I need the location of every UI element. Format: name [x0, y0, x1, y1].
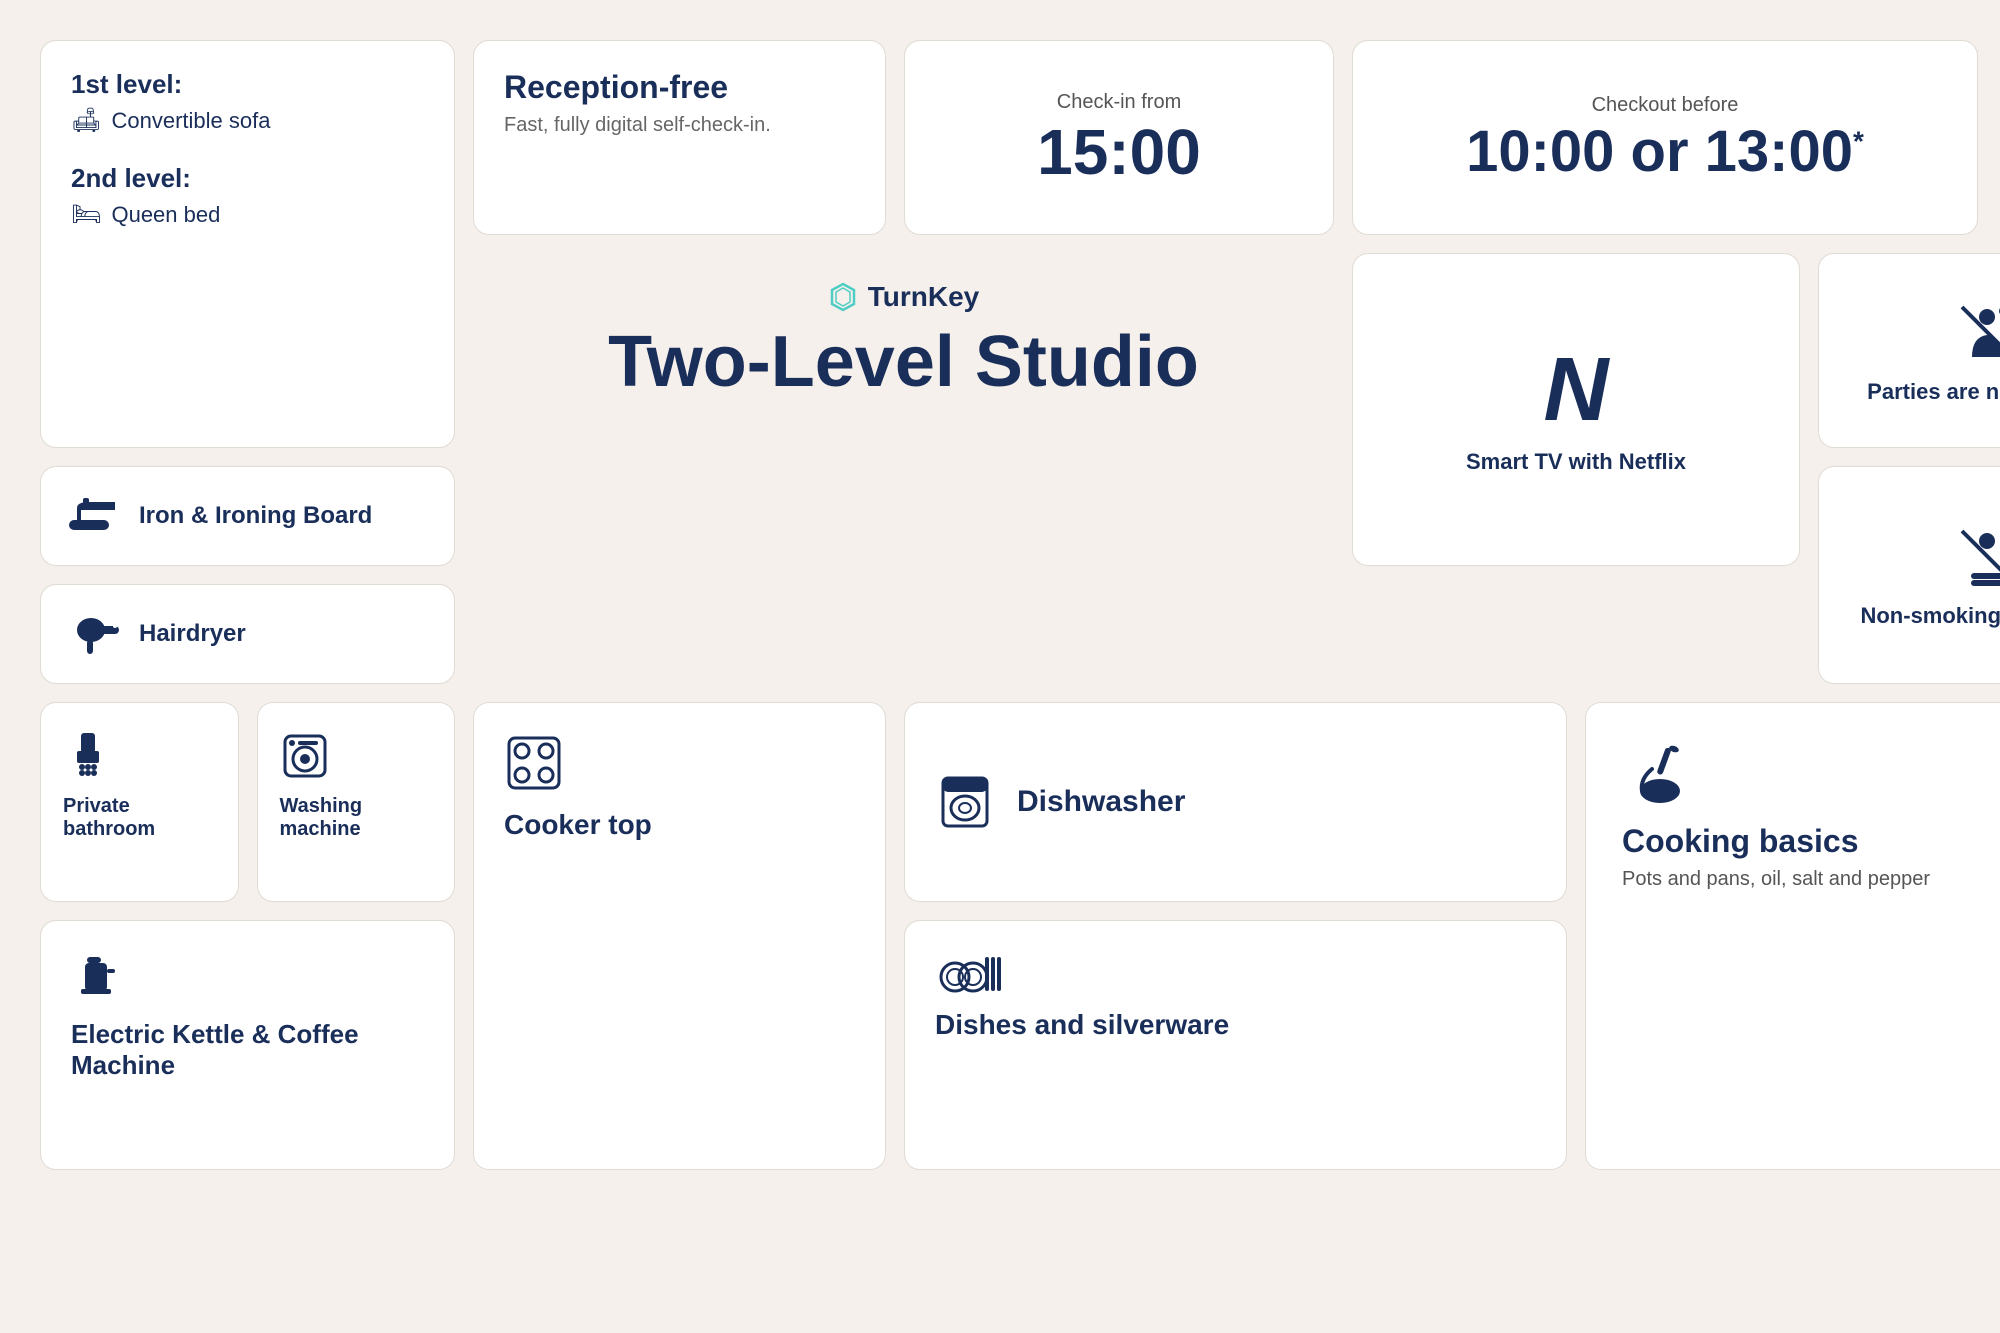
turnkey-logo-icon	[828, 282, 858, 312]
checkout-time: 10:00 or 13:00*	[1466, 123, 1864, 181]
nosmoking-card: Non-smoking apartment	[1818, 466, 2000, 684]
dishwasher-icon	[935, 772, 995, 832]
checkin-time: 15:00	[1037, 120, 1201, 184]
nosmoking-label: Non-smoking apartment	[1860, 603, 2000, 629]
washing-card: Washing machine	[257, 702, 456, 902]
reception-title: Reception-free	[504, 69, 855, 106]
beds-card: 1st level: 🛋 Convertible sofa 2nd level:…	[40, 40, 455, 448]
cooker-label: Cooker top	[504, 809, 855, 841]
kettle-card: Electric Kettle & Coffee Machine	[40, 920, 455, 1170]
bathroom-label: Private bathroom	[63, 795, 216, 841]
checkin-label: Check-in from	[1057, 91, 1181, 114]
dishes-icon	[935, 949, 1005, 999]
iron-icon	[69, 496, 121, 536]
checkout-label: Checkout before	[1592, 94, 1739, 117]
level2-bed-row: 🛏 Queen bed	[71, 200, 424, 229]
checkout-card: Checkout before 10:00 or 13:00*	[1352, 40, 1978, 235]
level1-bed-label: Convertible sofa	[111, 108, 270, 134]
kettle-label: Electric Kettle & Coffee Machine	[71, 1019, 424, 1081]
washing-icon	[280, 731, 330, 781]
iron-label: Iron & Ironing Board	[139, 502, 372, 530]
washing-label: Washing machine	[280, 795, 433, 841]
cooker-card: Cooker top	[473, 702, 886, 1170]
cooker-icon	[504, 733, 564, 793]
studio-title: Two-Level Studio	[503, 323, 1304, 402]
dishes-label: Dishes and silverware	[935, 1009, 1536, 1041]
netflix-n: N	[1544, 345, 1609, 435]
cooking-sublabel: Pots and pans, oil, salt and pepper	[1622, 868, 2000, 891]
hairdryer-label: Hairdryer	[139, 620, 246, 648]
reception-card: Reception-free Fast, fully digital self-…	[473, 40, 886, 235]
smarttv-card: N Smart TV with Netflix	[1352, 253, 1800, 566]
bathroom-icon	[63, 731, 113, 781]
brand-row: TurnKey	[503, 281, 1304, 313]
parties-label: Parties are not allowed	[1867, 379, 2000, 405]
reception-subtitle: Fast, fully digital self-check-in.	[504, 114, 855, 137]
dishes-card: Dishes and silverware	[904, 920, 1567, 1170]
hairdryer-card: Hairdryer	[40, 584, 455, 684]
level2-title: 2nd level:	[71, 163, 424, 194]
iron-card: Iron & Ironing Board	[40, 466, 455, 566]
hairdryer-icon	[69, 612, 121, 656]
level1-bed-row: 🛋 Convertible sofa	[71, 106, 424, 135]
dishwasher-card: Dishwasher	[904, 702, 1567, 902]
checkin-card: Check-in from 15:00	[904, 40, 1334, 235]
brand-name: TurnKey	[868, 281, 980, 313]
level1-title: 1st level:	[71, 69, 424, 100]
cooking-label: Cooking basics	[1622, 823, 2000, 860]
no-parties-icon	[1952, 297, 2000, 367]
kettle-icon	[71, 949, 127, 1005]
smarttv-label: Smart TV with Netflix	[1466, 449, 1686, 475]
sofa-icon: 🛋	[71, 106, 101, 135]
dishwasher-label: Dishwasher	[1017, 785, 1185, 819]
no-smoking-icon	[1952, 521, 2000, 591]
level2-bed-label: Queen bed	[111, 202, 220, 228]
bathroom-card: Private bathroom	[40, 702, 239, 902]
bed-icon: 🛏	[71, 200, 101, 229]
parties-card: Parties are not allowed	[1818, 253, 2000, 448]
cooking-card: Cooking basics Pots and pans, oil, salt …	[1585, 702, 2000, 1170]
cooking-icon	[1622, 739, 1692, 809]
bathroom-washing-container: Private bathroom Washing machine	[40, 702, 455, 902]
